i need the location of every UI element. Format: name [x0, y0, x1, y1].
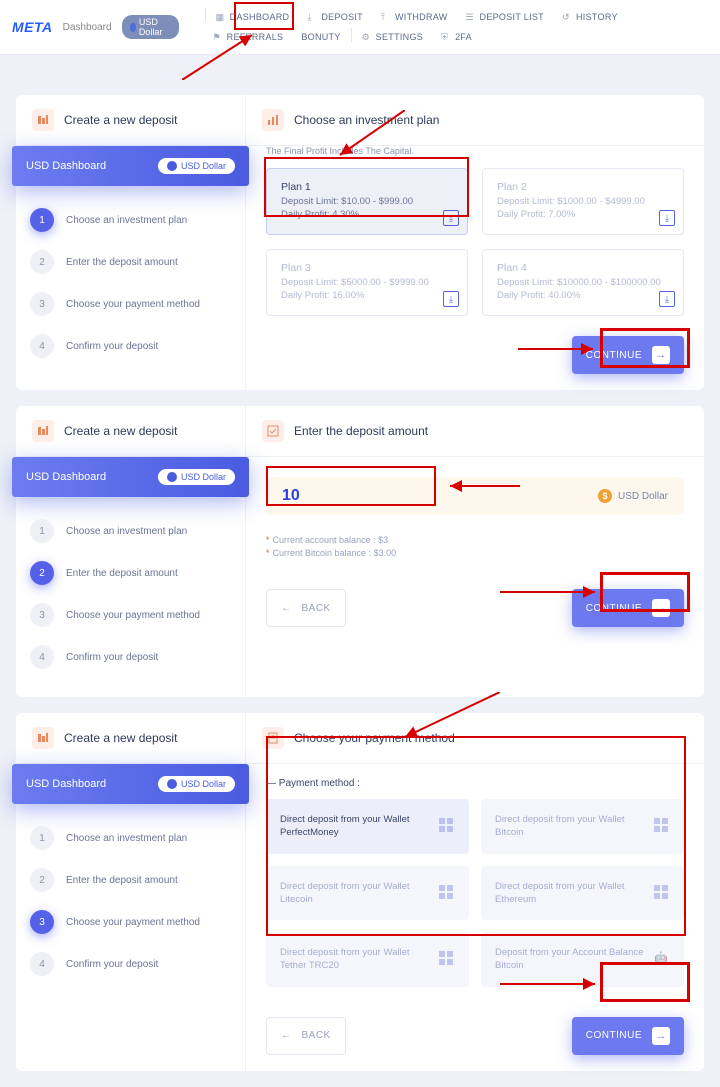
step-2[interactable]: 2Enter the deposit amount	[30, 561, 231, 585]
plan-1[interactable]: Plan 1 Deposit Limit: $10.00 - $999.00 D…	[266, 168, 468, 235]
plan-4[interactable]: Plan 4 Deposit Limit: $10000.00 - $10000…	[482, 249, 684, 316]
step-1[interactable]: 1Choose an investment plan	[30, 826, 231, 850]
balance-bitcoin: *Current Bitcoin balance : $3.00	[266, 548, 684, 558]
robot-icon: 🤖	[654, 951, 670, 967]
back-button[interactable]: ←BACK	[266, 589, 346, 627]
dollar-icon: $	[598, 489, 612, 503]
nav-deposit[interactable]: ⤓DEPOSIT	[299, 8, 371, 26]
continue-button[interactable]: CONTINUE→	[572, 589, 684, 627]
download-icon: ⤓	[659, 291, 675, 307]
step-2[interactable]: 2Enter the deposit amount	[30, 868, 231, 892]
currency-pill[interactable]: USD Dollar	[122, 15, 179, 39]
deposit-icon: ⤓	[307, 12, 317, 22]
payopt-litecoin[interactable]: Direct deposit from your WalletLitecoin	[266, 866, 469, 921]
banner-currency-pill[interactable]: USD Dollar	[158, 776, 235, 792]
nav-history[interactable]: ↺HISTORY	[554, 8, 626, 26]
dollar-icon	[167, 472, 177, 482]
payopt-balance-bitcoin[interactable]: Deposit from your Account BalanceBitcoin…	[481, 932, 684, 987]
edit-icon	[262, 420, 284, 442]
section-payment-method: Create a new deposit USD Dashboard USD D…	[16, 713, 704, 1071]
qr-icon	[439, 885, 455, 901]
nav-settings[interactable]: ⚙SETTINGS	[354, 28, 431, 46]
step-3[interactable]: 3Choose your payment method	[30, 603, 231, 627]
nav-bonuty[interactable]: BONUTY	[293, 28, 348, 46]
qr-icon	[439, 951, 455, 967]
chart-icon	[262, 109, 284, 131]
arrow-right-icon: →	[652, 599, 670, 617]
download-icon: ⤓	[443, 210, 459, 226]
currency-label: $USD Dollar	[598, 489, 668, 503]
back-button[interactable]: ←BACK	[266, 1017, 346, 1055]
section-title: Choose your payment method	[294, 731, 455, 745]
section-title: Enter the deposit amount	[294, 424, 428, 438]
section-choose-plan: Create a new deposit USD Dashboard USD D…	[16, 95, 704, 390]
brand-logo: META	[12, 19, 53, 35]
payopt-ethereum[interactable]: Direct deposit from your WalletEthereum	[481, 866, 684, 921]
amount-input[interactable]: 10 $USD Dollar	[266, 477, 684, 515]
nav-deposit-list[interactable]: ☰DEPOSIT LIST	[458, 8, 552, 26]
continue-button[interactable]: CONTINUE→	[572, 1017, 684, 1055]
nav-dashboard[interactable]: ▦DASHBOARD	[208, 8, 298, 26]
dollar-icon	[167, 161, 177, 171]
qr-icon	[654, 885, 670, 901]
arrow-right-icon: →	[652, 1027, 670, 1045]
section-title: Choose an investment plan	[294, 113, 439, 127]
list-icon: ☰	[466, 12, 476, 22]
qr-icon	[439, 818, 455, 834]
step-4[interactable]: 4Confirm your deposit	[30, 334, 231, 358]
dollar-icon	[130, 23, 136, 32]
history-icon: ↺	[562, 12, 572, 22]
payopt-bitcoin[interactable]: Direct deposit from your WalletBitcoin	[481, 799, 684, 854]
withdraw-icon: ⤒	[381, 12, 391, 22]
gear-icon: ⚙	[362, 32, 372, 42]
nav-items: ▦DASHBOARD ⤓DEPOSIT ⤒WITHDRAW ☰DEPOSIT L…	[205, 8, 708, 46]
arrow-left-icon: ←	[281, 1030, 292, 1041]
step-4[interactable]: 4Confirm your deposit	[30, 952, 231, 976]
step-2[interactable]: 2Enter the deposit amount	[30, 250, 231, 274]
nav-2fa[interactable]: ⛨2FA	[433, 28, 480, 46]
dashboard-banner: USD Dashboard USD Dollar	[12, 146, 249, 186]
shield-icon: ⛨	[441, 32, 451, 42]
nav-referrals[interactable]: ⚑REFERRALS	[205, 28, 292, 46]
plan-3[interactable]: Plan 3 Deposit Limit: $5000.00 - $9999.0…	[266, 249, 468, 316]
step-4[interactable]: 4Confirm your deposit	[30, 645, 231, 669]
arrow-right-icon: →	[652, 346, 670, 364]
banner-currency-pill[interactable]: USD Dollar	[158, 158, 235, 174]
left-header: Create a new deposit	[16, 95, 245, 145]
section-enter-amount: Create a new deposit USD Dashboard USD D…	[16, 406, 704, 697]
step-3[interactable]: 3Choose your payment method	[30, 292, 231, 316]
top-nav: META Dashboard USD Dollar ▦DASHBOARD ⤓DE…	[0, 0, 720, 55]
payopt-perfectmoney[interactable]: Direct deposit from your WalletPerfectMo…	[266, 799, 469, 854]
download-icon: ⤓	[443, 291, 459, 307]
sliders-icon	[32, 727, 54, 749]
step-3[interactable]: 3Choose your payment method	[30, 910, 231, 934]
amount-value: 10	[282, 487, 300, 505]
payopt-tether[interactable]: Direct deposit from your WalletTether TR…	[266, 932, 469, 987]
step-1[interactable]: 1Choose an investment plan	[30, 519, 231, 543]
users-icon: ⚑	[213, 32, 223, 42]
breadcrumb[interactable]: Dashboard	[63, 22, 112, 33]
balance-account: *Current account balance : $3	[266, 535, 684, 545]
sliders-icon	[32, 109, 54, 131]
clipboard-icon	[262, 727, 284, 749]
continue-button[interactable]: CONTINUE→	[572, 336, 684, 374]
banner-currency-pill[interactable]: USD Dollar	[158, 469, 235, 485]
step-1[interactable]: 1Choose an investment plan	[30, 208, 231, 232]
download-icon: ⤓	[659, 210, 675, 226]
arrow-left-icon: ←	[281, 603, 292, 614]
qr-icon	[654, 818, 670, 834]
section-subtitle: The Final Profit Includes The Capital.	[246, 146, 704, 168]
nav-withdraw[interactable]: ⤒WITHDRAW	[373, 8, 456, 26]
sliders-icon	[32, 420, 54, 442]
payment-subhead: — Payment method :	[246, 764, 704, 799]
plan-2[interactable]: Plan 2 Deposit Limit: $1000.00 - $4999.0…	[482, 168, 684, 235]
grid-icon: ▦	[216, 12, 226, 22]
wizard-steps: 1Choose an investment plan 2Enter the de…	[16, 186, 245, 386]
dollar-icon	[167, 779, 177, 789]
